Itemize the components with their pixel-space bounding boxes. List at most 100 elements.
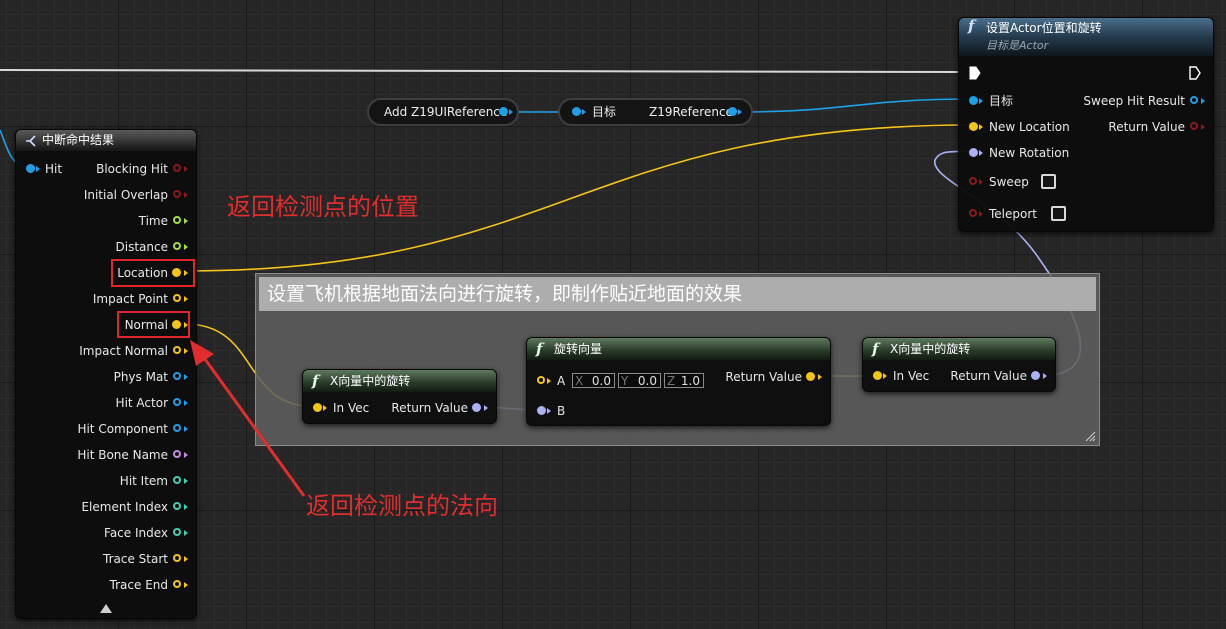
- output-pin-row[interactable]: Return Value: [937, 368, 1047, 384]
- output-pin-row[interactable]: Hit Bone Name: [18, 447, 188, 463]
- input-pin-row[interactable]: Teleport: [969, 206, 1129, 222]
- output-pin-row[interactable]: Hit Component: [18, 421, 188, 437]
- node-header[interactable]: f 设置Actor位置和旋转 目标是Actor: [959, 18, 1213, 56]
- pin-icon[interactable]: [173, 398, 181, 406]
- output-pin-row[interactable]: Hit Item: [18, 473, 188, 489]
- vector-x-field[interactable]: X 0.0: [572, 373, 615, 388]
- object-pin-icon[interactable]: [572, 107, 581, 116]
- output-pin-row[interactable]: Initial Overlap: [18, 187, 188, 203]
- pin-icon[interactable]: [969, 209, 977, 217]
- vector-pin-icon[interactable]: [313, 403, 322, 412]
- pin-label: Time: [138, 214, 168, 228]
- rotation-from-x-vector-node-2[interactable]: f X向量中的旋转 In Vec Return Value: [862, 337, 1056, 392]
- field-value: 0.0: [591, 374, 611, 388]
- collapse-arrow-icon[interactable]: [100, 604, 112, 613]
- pin-icon[interactable]: [173, 190, 181, 198]
- input-pin-row[interactable]: Sweep: [969, 174, 1129, 190]
- output-pin-row[interactable]: Hit Actor: [18, 395, 188, 411]
- pin-arrow-icon: [582, 109, 586, 115]
- add-z19uireference-node[interactable]: Add Z19UIReference: [367, 98, 519, 126]
- pin-icon[interactable]: [969, 96, 978, 105]
- rotator-pin-icon[interactable]: [472, 403, 481, 412]
- output-pin-row[interactable]: Return Value: [378, 400, 488, 416]
- output-pin-row[interactable]: Phys Mat: [18, 369, 188, 385]
- pin-icon[interactable]: [173, 476, 181, 484]
- output-pin-row[interactable]: Return Value: [712, 369, 822, 385]
- pin-label: Teleport: [989, 207, 1037, 221]
- comment-title[interactable]: 设置飞机根据地面法向进行旋转，即制作贴近地面的效果: [259, 277, 1096, 311]
- object-pin-icon[interactable]: [499, 107, 508, 116]
- node-header[interactable]: 中断命中结果: [16, 130, 196, 151]
- pin-arrow-icon: [184, 400, 188, 406]
- pin-arrow-icon: [184, 556, 188, 562]
- node-header[interactable]: f X向量中的旋转: [303, 370, 496, 392]
- output-pin-row[interactable]: Trace Start: [18, 551, 188, 567]
- output-pin-row[interactable]: Face Index: [18, 525, 188, 541]
- pin-arrow-icon: [184, 192, 188, 198]
- node-header[interactable]: f 旋转向量: [527, 338, 830, 360]
- pin-arrow-icon: [1201, 98, 1205, 104]
- output-pin-row[interactable]: Sweep Hit Result: [1035, 93, 1205, 109]
- input-pin-row[interactable]: In Vec: [873, 368, 943, 384]
- input-a-row[interactable]: A X 0.0 Y 0.0 Z 1.0: [537, 373, 717, 389]
- pin-icon[interactable]: [969, 148, 978, 157]
- vector-pin-icon[interactable]: [806, 372, 815, 381]
- pin-icon[interactable]: [173, 216, 181, 224]
- pin-icon[interactable]: [969, 122, 978, 131]
- pin-arrow-icon: [184, 452, 188, 458]
- exec-out-pin-icon[interactable]: [1189, 66, 1201, 80]
- resize-grip-icon[interactable]: [1085, 431, 1096, 442]
- field-value: 0.0: [637, 374, 657, 388]
- pin-icon[interactable]: [173, 450, 181, 458]
- pin-icon[interactable]: [173, 164, 181, 172]
- rotator-pin-icon[interactable]: [1031, 371, 1040, 380]
- set-actor-location-rotation-node[interactable]: f 设置Actor位置和旋转 目标是Actor 目标 New Location Ne…: [958, 17, 1214, 232]
- pin-icon[interactable]: [1190, 122, 1198, 130]
- output-pin-row[interactable]: Blocking Hit: [18, 161, 188, 177]
- pin-icon[interactable]: [1190, 96, 1198, 104]
- pin-icon[interactable]: [173, 242, 181, 250]
- pin-arrow-icon: [184, 218, 188, 224]
- pin-icon[interactable]: [173, 554, 181, 562]
- exec-in-pin-icon[interactable]: [969, 66, 981, 80]
- node-subtitle-target: Actor: [1019, 39, 1049, 52]
- get-z19reference-node[interactable]: 目标 Z19Reference: [558, 98, 753, 126]
- output-pin-row[interactable]: Time: [18, 213, 188, 229]
- vector-z-field[interactable]: Z 1.0: [664, 373, 704, 388]
- rotate-vector-node[interactable]: f 旋转向量 A X 0.0 Y 0.0 Z 1.0 B Return Valu…: [526, 337, 831, 426]
- output-pin-row[interactable]: Return Value: [1035, 119, 1205, 135]
- input-pin-row[interactable]: New Rotation: [969, 145, 1129, 161]
- pin-label: Initial Overlap: [83, 188, 168, 202]
- rotation-from-x-vector-node-1[interactable]: f X向量中的旋转 In Vec Return Value: [302, 369, 497, 424]
- axis-label: X: [575, 374, 584, 388]
- target-label: 目标: [592, 105, 617, 119]
- pin-icon[interactable]: [173, 346, 181, 354]
- vector-pin-icon[interactable]: [537, 376, 545, 384]
- output-pin-row[interactable]: Element Index: [18, 499, 188, 515]
- vector-y-field[interactable]: Y 0.0: [618, 373, 661, 388]
- checkbox[interactable]: [1041, 174, 1056, 189]
- pin-icon[interactable]: [173, 294, 181, 302]
- checkbox[interactable]: [1051, 206, 1066, 221]
- output-pin-row[interactable]: Distance: [18, 239, 188, 255]
- pin-icon[interactable]: [173, 502, 181, 510]
- field-value: 1.0: [680, 374, 700, 388]
- output-pin-row[interactable]: Trace End: [18, 577, 188, 593]
- break-hit-result-node[interactable]: 中断命中结果 Hit Blocking Hit Initial Overlap Ti…: [15, 129, 197, 619]
- output-pin-row[interactable]: Impact Point: [18, 291, 188, 307]
- rotator-pin-icon[interactable]: [537, 406, 546, 415]
- input-b-row[interactable]: B: [537, 403, 587, 419]
- pin-icon[interactable]: [173, 424, 181, 432]
- pin-icon[interactable]: [173, 372, 181, 380]
- pin-label: Phys Mat: [113, 370, 168, 384]
- output-pin-row[interactable]: Impact Normal: [18, 343, 188, 359]
- pin-icon[interactable]: [173, 528, 181, 536]
- object-pin-icon[interactable]: [728, 107, 737, 116]
- pin-label: In Vec: [333, 401, 370, 415]
- node-header[interactable]: f X向量中的旋转: [863, 338, 1055, 360]
- input-pin-row[interactable]: In Vec: [313, 400, 383, 416]
- pin-icon[interactable]: [969, 177, 977, 185]
- vector-pin-icon[interactable]: [873, 371, 882, 380]
- pin-icon[interactable]: [173, 580, 181, 588]
- pin-label: Impact Point: [92, 292, 168, 306]
